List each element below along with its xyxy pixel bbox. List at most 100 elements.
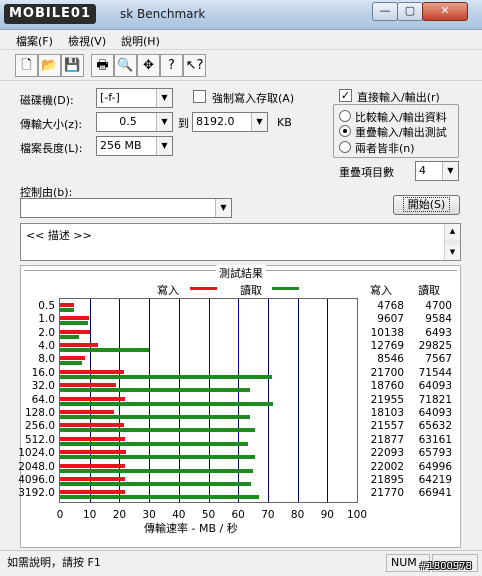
write-bar: [60, 342, 98, 347]
status-help-text: 如需說明，請按 F1: [7, 556, 101, 569]
y-tick-label: 8.0: [38, 353, 55, 366]
write-bar: [60, 356, 86, 361]
file-length-label: 檔案長度(L):: [20, 142, 83, 155]
menu-help[interactable]: 說明(H): [121, 33, 160, 49]
maximize-button[interactable]: ▢: [397, 2, 423, 21]
write-bar: [60, 383, 116, 388]
write-value: 21770: [370, 487, 404, 500]
menu-file[interactable]: 檔案(F): [16, 33, 53, 49]
y-tick-label: 512.0: [24, 433, 55, 446]
read-value: 64093: [418, 406, 452, 419]
write-bar: [60, 450, 126, 455]
write-value: 22002: [370, 460, 404, 473]
chevron-down-icon: ▼: [251, 113, 267, 131]
read-value: 65793: [418, 447, 452, 460]
x-tick-label: 20: [112, 509, 127, 521]
y-tick-label: 16.0: [31, 366, 55, 379]
x-tick-label: 0: [56, 509, 64, 521]
write-bar: [60, 490, 125, 495]
mode-overlapped-radio[interactable]: [339, 125, 351, 137]
watermark-text: #1800978: [419, 561, 472, 572]
results-title: 測試結果: [216, 265, 266, 281]
open-icon[interactable]: 📂: [38, 54, 61, 77]
print-icon[interactable]: 🖶: [91, 54, 114, 77]
mode-compare-radio[interactable]: [339, 110, 351, 122]
mode-neither-radio[interactable]: [339, 141, 351, 153]
queue-depth-value: 4: [419, 164, 426, 177]
write-value: 8546: [377, 353, 404, 366]
read-value: 71544: [418, 366, 452, 379]
move-icon[interactable]: ✥: [137, 54, 160, 77]
menu-view[interactable]: 檢視(V): [68, 33, 106, 49]
chevron-down-icon: ▼: [156, 89, 172, 107]
mode-compare-label: 比較輸入/輸出資料: [355, 111, 447, 124]
y-tick-label: 4096.0: [18, 473, 55, 486]
transfer-size-label: 傳輸大小(z):: [20, 118, 83, 131]
start-button[interactable]: 開始(S): [393, 195, 460, 215]
y-tick-label: 0.5: [38, 299, 55, 312]
read-value: 64093: [418, 380, 452, 393]
scroll-up-icon[interactable]: ▲: [445, 224, 460, 239]
read-bar: [60, 455, 256, 460]
write-value: 21877: [370, 433, 404, 446]
drive-select[interactable]: [-f-] ▼: [96, 88, 173, 108]
read-value: 4700: [425, 299, 452, 312]
chevron-down-icon: ▼: [156, 137, 172, 155]
write-value: 4768: [377, 299, 404, 312]
to-label: 到: [178, 117, 189, 130]
write-bar: [60, 302, 75, 307]
minimize-button[interactable]: —: [372, 2, 398, 21]
context-help-icon[interactable]: ↖?: [183, 54, 206, 77]
mode-overlapped-label: 重疊輸入/輸出測試: [355, 126, 447, 139]
chevron-down-icon: ▼: [215, 199, 231, 217]
scroll-down-icon[interactable]: ▼: [445, 245, 460, 260]
y-tick-label: 256.0: [24, 420, 55, 433]
write-value: 21700: [370, 366, 404, 379]
x-tick-label: 80: [290, 509, 305, 521]
start-button-label: 開始(S): [402, 197, 451, 212]
y-tick-label: 64.0: [31, 393, 55, 406]
save-icon[interactable]: 💾: [61, 54, 84, 77]
read-bar: [60, 481, 251, 486]
controlled-by-select[interactable]: ▼: [20, 198, 232, 218]
description-box[interactable]: << 描述 >> ▲ ▼: [20, 223, 461, 261]
x-axis-label: 傳輸速率 - MB / 秒: [144, 522, 238, 535]
chevron-down-icon: ▼: [442, 162, 458, 180]
queue-depth-select[interactable]: 4 ▼: [415, 161, 459, 181]
queue-depth-label: 重疊項目數: [339, 166, 394, 179]
close-button[interactable]: ✕: [422, 2, 468, 21]
description-scrollbar[interactable]: ▲ ▼: [444, 224, 460, 260]
force-write-checkbox[interactable]: [193, 90, 206, 103]
write-legend-label: 寫入: [157, 284, 179, 297]
read-legend-label: 讀取: [240, 284, 262, 297]
write-value: 21895: [370, 473, 404, 486]
help-icon[interactable]: ?: [160, 54, 183, 77]
y-tick-label: 4.0: [38, 339, 55, 352]
x-tick-label: 90: [320, 509, 334, 521]
force-write-label: 強制寫入存取(A): [212, 92, 295, 105]
read-bar: [60, 414, 251, 419]
transfer-from-select[interactable]: 0.5 ▼: [96, 112, 173, 132]
read-bar: [60, 374, 273, 379]
y-tick-label: 128.0: [24, 406, 55, 419]
file-length-select[interactable]: 256 MB ▼: [96, 136, 173, 156]
write-column-header: 寫入: [370, 284, 392, 297]
new-icon[interactable]: 🗋: [15, 54, 38, 77]
write-bar: [60, 316, 89, 321]
y-tick-label: 3192.0: [18, 487, 55, 500]
transfer-to-select[interactable]: 8192.0 ▼: [192, 112, 268, 132]
read-bar: [60, 441, 248, 446]
drive-label: 磁碟機(D):: [20, 94, 74, 107]
read-bar: [60, 468, 254, 473]
transfer-to-value: 8192.0: [196, 115, 235, 128]
write-value: 18103: [370, 406, 404, 419]
write-bar: [60, 476, 126, 481]
write-value: 22093: [370, 447, 404, 460]
print-preview-icon[interactable]: 🔍: [114, 54, 137, 77]
direct-io-checkbox[interactable]: ✓: [339, 89, 352, 102]
write-value: 18760: [370, 380, 404, 393]
write-bar: [60, 436, 125, 441]
write-value: 12769: [370, 339, 404, 352]
read-value: 71821: [418, 393, 452, 406]
read-bar: [60, 307, 74, 312]
